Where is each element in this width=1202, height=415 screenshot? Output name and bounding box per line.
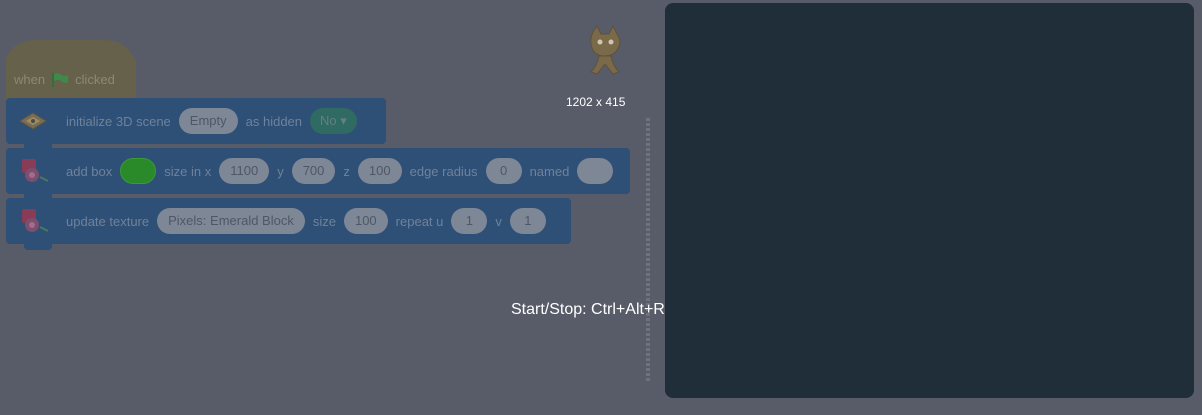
repeat-u-label: repeat u <box>395 213 444 229</box>
add-box-block[interactable]: add box size in x 1100 y 700 z 100 edge … <box>6 148 630 200</box>
as-hidden-label: as hidden <box>245 113 303 129</box>
box-name-input[interactable] <box>577 158 614 184</box>
size-z-input[interactable]: 100 <box>357 158 402 184</box>
box-color-picker[interactable] <box>120 158 157 184</box>
edge-radius-label: edge radius <box>409 163 478 179</box>
init-label: initialize 3D scene <box>66 113 171 129</box>
size-in-x-label: size in x <box>164 163 212 179</box>
edge-radius-input[interactable]: 0 <box>485 158 522 184</box>
scene-type-input[interactable]: Empty <box>178 108 238 134</box>
sprite-cat-icon[interactable] <box>583 24 627 80</box>
hat-prefix-label: when <box>14 71 46 87</box>
update-texture-label: update texture <box>66 213 150 229</box>
panel-resize-handle[interactable] <box>646 118 650 383</box>
hidden-dropdown[interactable]: No ▾ <box>310 108 357 134</box>
repeat-u-input[interactable]: 1 <box>451 208 488 234</box>
named-label: named <box>529 163 570 179</box>
size-label: size <box>312 213 336 229</box>
hat-suffix-label: clicked <box>75 71 115 87</box>
size-y-input[interactable]: 700 <box>291 158 336 184</box>
update-texture-block[interactable]: update texture Pixels: Emerald Block siz… <box>6 198 571 250</box>
box-extension-icon <box>16 157 50 185</box>
repeat-v-input[interactable]: 1 <box>509 208 546 234</box>
y-label: y <box>277 163 284 179</box>
texture-size-input[interactable]: 100 <box>343 208 388 234</box>
stage-dimensions-label: 1202 x 415 <box>566 95 626 109</box>
green-flag-icon <box>51 72 69 87</box>
initialize-3d-scene-block[interactable]: initialize 3D scene Empty as hidden No ▾ <box>6 98 386 150</box>
size-x-input[interactable]: 1100 <box>219 158 270 184</box>
texture-extension-icon <box>16 207 50 235</box>
texture-name-input[interactable]: Pixels: Emerald Block <box>157 208 305 234</box>
v-label: v <box>495 213 502 229</box>
script-workspace[interactable]: when clicked initialize 3D scene Empty a… <box>0 0 650 415</box>
stage-canvas[interactable] <box>665 3 1194 398</box>
3d-extension-icon <box>16 107 50 135</box>
recording-shortcut-hint: Start/Stop: Ctrl+Alt+R <box>511 301 665 318</box>
when-flag-clicked-block[interactable]: when clicked <box>6 58 136 100</box>
z-label: z <box>343 163 350 179</box>
add-box-label: add box <box>66 163 113 179</box>
